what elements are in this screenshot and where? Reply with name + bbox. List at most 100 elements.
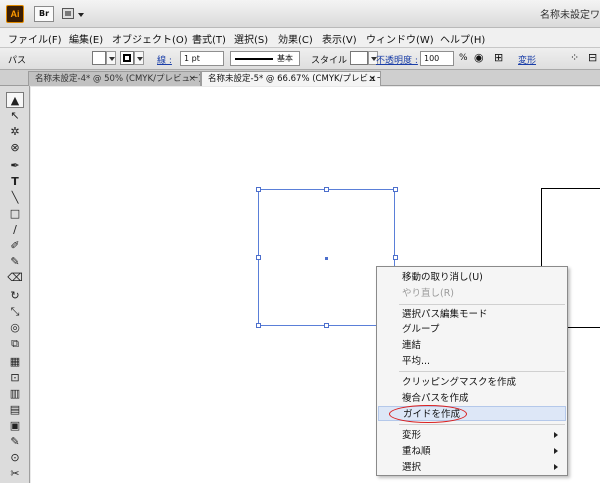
window-title: 名称未設定ワ — [540, 10, 600, 21]
menu-item-label: 重ね順 — [402, 446, 431, 457]
menu-item-arrange[interactable]: 重ね順 — [378, 444, 566, 459]
symbol-sprayer-tool-icon[interactable]: ▦ — [6, 354, 24, 370]
menu-file[interactable]: ファイル(F) — [8, 31, 62, 46]
tab-document-5[interactable]: 名称未設定-5* @ 66.67% (CMYK/プレビュー) × — [201, 71, 381, 86]
stroke-weight-field[interactable]: 1 pt — [180, 51, 224, 66]
type-tool-icon[interactable]: T — [6, 174, 24, 190]
recolor-icon[interactable]: ◉ — [474, 51, 484, 64]
tab-document-4[interactable]: 名称未設定-4* @ 50% (CMYK/プレビュー) × — [28, 71, 201, 86]
menu-object[interactable]: オブジェクト(O) — [112, 31, 188, 46]
menu-item-make-compound-path[interactable]: 複合パスを作成 — [378, 391, 566, 406]
stroke-weight-value: 1 pt — [184, 54, 200, 63]
menu-window[interactable]: ウィンドウ(W) — [366, 31, 434, 46]
title-bar: Ai Br 名称未設定ワ — [0, 0, 600, 28]
menu-item-group[interactable]: グループ — [378, 322, 566, 337]
menu-item-select[interactable]: 選択 — [378, 460, 566, 475]
opacity-field[interactable]: 100 — [420, 51, 454, 66]
line-tool-icon[interactable]: ╲ — [6, 190, 24, 206]
eraser-tool-icon[interactable]: ⌫ — [6, 270, 24, 286]
menu-bar: ファイル(F) 編集(E) オブジェクト(O) 書式(T) 選択(S) 効果(C… — [0, 28, 600, 48]
style-label: スタイル : — [311, 56, 353, 66]
live-paint-tool-icon[interactable]: ⊙ — [6, 450, 24, 466]
rectangle-tool-icon[interactable]: □ — [6, 206, 24, 222]
warp-tool-icon[interactable]: ◎ — [6, 320, 24, 336]
blob-brush-tool-icon[interactable]: ✎ — [6, 254, 24, 270]
stroke-profile-field[interactable]: 基本 — [230, 51, 300, 66]
opacity-link[interactable]: 不透明度 : — [376, 53, 418, 66]
menu-separator — [399, 424, 565, 425]
menu-separator — [399, 371, 565, 372]
tools-panel: ▲ ↖ ✲ ⊗ ✒ T ╲ □ ∕ ✐ ✎ ⌫ ↻ ⤡ ◎ ⧉ ▦ ⊡ ▥ ▤ … — [0, 86, 30, 483]
bounding-handle[interactable] — [256, 323, 261, 328]
bounding-handle[interactable] — [324, 187, 329, 192]
lasso-tool-icon[interactable]: ⊗ — [6, 140, 24, 156]
bounding-handle[interactable] — [256, 255, 261, 260]
menu-item-join[interactable]: 連結 — [378, 338, 566, 353]
close-icon[interactable]: × — [188, 72, 196, 86]
tab-label: 名称未設定-4* @ 50% (CMYK/プレビュー) — [35, 74, 201, 84]
menu-item-undo-move[interactable]: 移動の取り消し(U) — [378, 270, 566, 285]
bridge-button[interactable]: Br — [34, 6, 54, 22]
chevron-down-icon — [78, 13, 84, 17]
illustrator-logo-icon: Ai — [6, 5, 24, 23]
bounding-handle[interactable] — [256, 187, 261, 192]
selection-type-label: パス — [8, 56, 27, 66]
stroke-link[interactable]: 線 : — [157, 53, 172, 66]
menu-item-redo[interactable]: やり直し(R) — [378, 286, 566, 301]
menu-help[interactable]: ヘルプ(H) — [440, 31, 485, 46]
submenu-arrow-icon — [554, 432, 558, 438]
isolate-icon[interactable]: ⁘ — [570, 51, 579, 64]
menu-item-label: 選択 — [402, 462, 422, 473]
fill-swatch[interactable] — [92, 51, 106, 65]
pen-tool-icon[interactable]: ✒ — [6, 158, 24, 174]
menu-effect[interactable]: 効果(C) — [278, 31, 313, 46]
pencil-tool-icon[interactable]: ✐ — [6, 238, 24, 254]
bounding-handle[interactable] — [324, 323, 329, 328]
tab-label: 名称未設定-5* @ 66.67% (CMYK/プレビュー) — [208, 74, 381, 84]
close-icon[interactable]: × — [368, 72, 376, 86]
menu-view[interactable]: 表示(V) — [322, 31, 357, 46]
menu-type[interactable]: 書式(T) — [192, 31, 226, 46]
paintbrush-tool-icon[interactable]: ∕ — [6, 222, 24, 238]
opacity-value: 100 — [424, 54, 440, 63]
control-bar: パス 線 : 1 pt 基本 スタイル : 不透明度 : 100 % ◉ ⊞ 変… — [0, 48, 600, 70]
selection-tool-icon[interactable]: ▲ — [6, 92, 24, 108]
graph-tool-icon[interactable]: ⊡ — [6, 370, 24, 386]
stroke-icon — [123, 54, 131, 62]
eyedropper-tool-icon[interactable]: ▣ — [6, 418, 24, 434]
bounding-handle[interactable] — [393, 187, 398, 192]
arrange-documents-button[interactable] — [62, 6, 84, 22]
submenu-arrow-icon — [554, 448, 558, 454]
mesh-tool-icon[interactable]: ▥ — [6, 386, 24, 402]
blend-tool-icon[interactable]: ✎ — [6, 434, 24, 450]
menu-item-average[interactable]: 平均... — [378, 354, 566, 369]
arrange-documents-icon — [62, 8, 74, 19]
transform-link[interactable]: 変形 — [518, 53, 536, 66]
panel-menu-icon[interactable]: ⊟ — [588, 51, 597, 64]
fill-dropdown[interactable] — [106, 51, 116, 65]
magic-wand-tool-icon[interactable]: ✲ — [6, 124, 24, 140]
direct-selection-tool-icon[interactable]: ↖ — [6, 108, 24, 124]
percent-sign: % — [459, 53, 468, 63]
bounding-handle[interactable] — [393, 255, 398, 260]
scale-tool-icon[interactable]: ⤡ — [6, 304, 24, 320]
stroke-style-value: 基本 — [277, 54, 293, 63]
stroke-dropdown[interactable] — [134, 51, 144, 65]
menu-item-label: 変形 — [402, 430, 422, 441]
rotate-tool-icon[interactable]: ↻ — [6, 288, 24, 304]
menu-separator — [399, 304, 565, 305]
menu-edit[interactable]: 編集(E) — [69, 31, 103, 46]
menu-item-transform[interactable]: 変形 — [378, 428, 566, 443]
stroke-line-preview — [235, 58, 273, 60]
free-transform-tool-icon[interactable]: ⧉ — [6, 336, 24, 352]
stroke-swatch[interactable] — [120, 51, 134, 65]
graphic-style-swatch[interactable] — [350, 51, 368, 65]
menu-select[interactable]: 選択(S) — [234, 31, 268, 46]
menu-item-isolate-path[interactable]: 選択パス編集モード — [378, 307, 566, 322]
center-point — [325, 257, 328, 260]
gradient-tool-icon[interactable]: ▤ — [6, 402, 24, 418]
menu-item-make-clipping-mask[interactable]: クリッピングマスクを作成 — [378, 375, 566, 390]
slice-tool-icon[interactable]: ✂ — [6, 466, 24, 482]
submenu-arrow-icon — [554, 464, 558, 470]
align-icon[interactable]: ⊞ — [494, 51, 503, 64]
